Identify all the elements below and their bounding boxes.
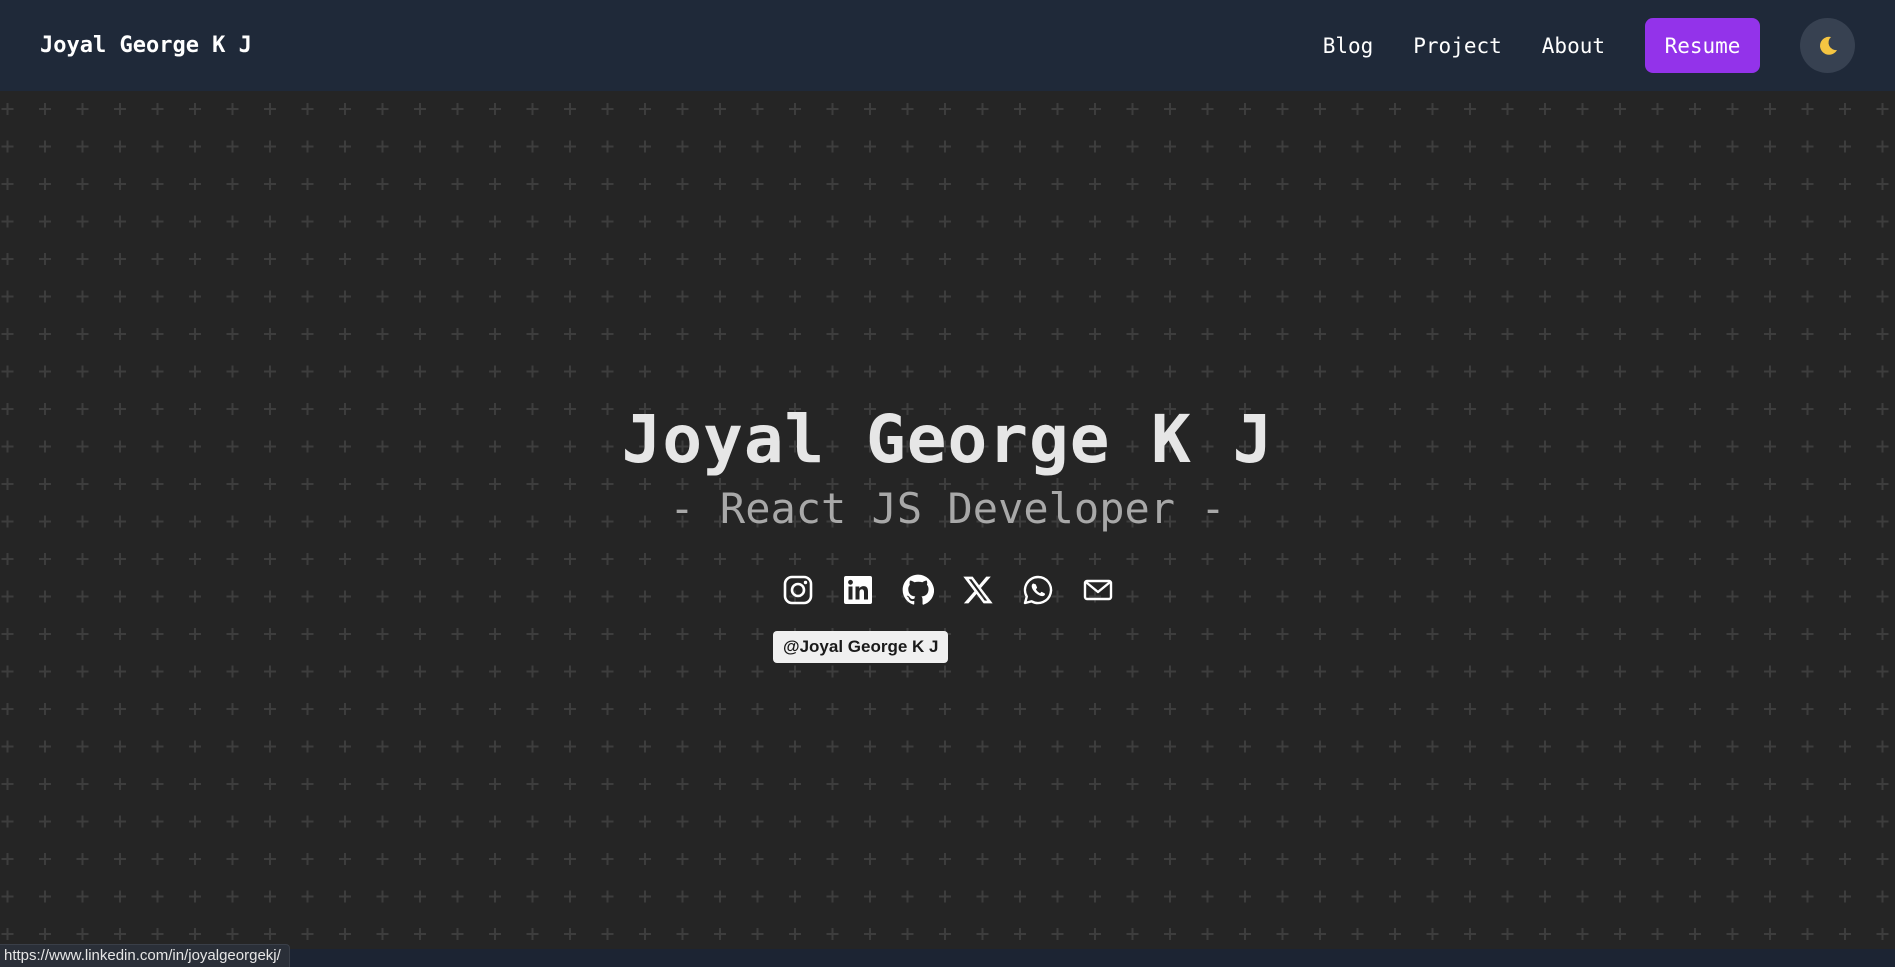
linkedin-icon (844, 576, 872, 604)
social-tooltip: @Joyal George K J (773, 631, 949, 663)
nav-link-about[interactable]: About (1542, 34, 1605, 58)
nav-links: Blog Project About Resume (1323, 18, 1855, 73)
mail-icon (1083, 579, 1113, 601)
x-icon (963, 576, 993, 604)
hero-section: Joyal George K J - React JS Developer - (0, 400, 1895, 536)
github-link[interactable] (900, 572, 936, 608)
nav-link-project[interactable]: Project (1413, 34, 1502, 58)
hero-subtitle: - React JS Developer - (669, 484, 1226, 533)
page: Joyal George K J Blog Project About Resu… (0, 0, 1895, 967)
social-links (780, 572, 1116, 608)
github-icon (902, 574, 934, 605)
linkedin-link[interactable] (840, 572, 876, 608)
hero-title: Joyal George K J (621, 401, 1274, 478)
whatsapp-icon (1023, 575, 1053, 605)
moon-icon (1819, 36, 1837, 55)
status-url: https://www.linkedin.com/in/joyalgeorgek… (0, 944, 290, 967)
resume-button[interactable]: Resume (1645, 18, 1760, 73)
whatsapp-link[interactable] (1020, 572, 1056, 608)
x-twitter-link[interactable] (960, 572, 996, 608)
nav-link-blog[interactable]: Blog (1323, 34, 1374, 58)
instagram-link[interactable] (780, 572, 816, 608)
navbar: Joyal George K J Blog Project About Resu… (0, 0, 1895, 91)
instagram-icon (783, 575, 813, 605)
brand-logo-link[interactable]: Joyal George K J (40, 33, 252, 58)
email-link[interactable] (1080, 572, 1116, 608)
theme-toggle-button[interactable] (1800, 18, 1855, 73)
